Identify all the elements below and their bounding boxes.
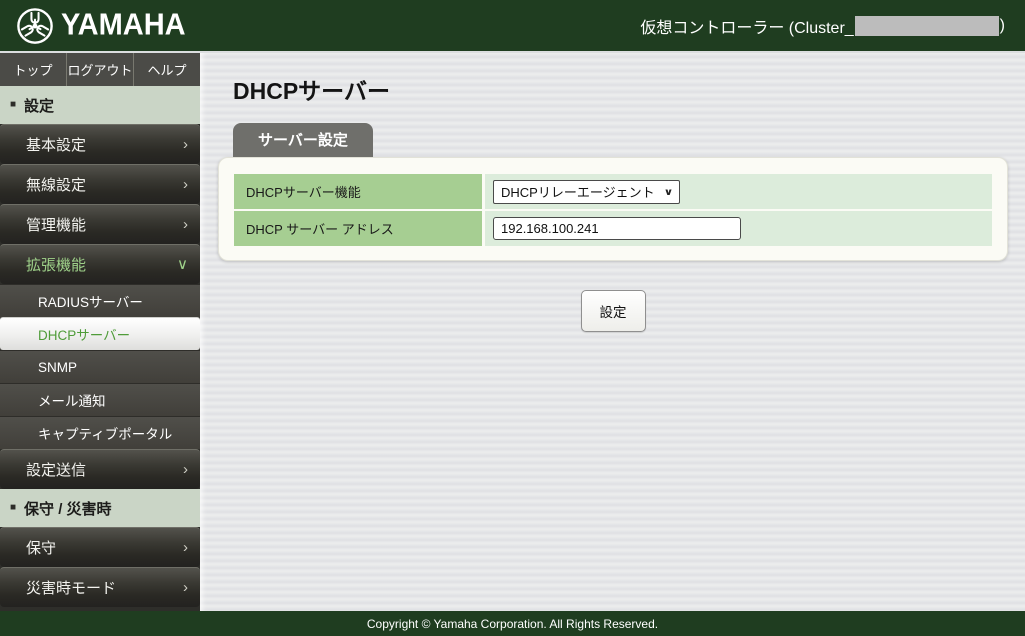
form-value-cell: DHCPリレーエージェント ∨ xyxy=(485,174,992,209)
sidebar-item-disaster-mode[interactable]: 災害時モード › xyxy=(0,567,200,607)
sidebar: トップ ログアウト ヘルプ ■ 設定 基本設定 › 無線設定 › 管理機能 › xyxy=(0,53,200,611)
topnav-logout-button[interactable]: ログアウト xyxy=(67,53,134,86)
sidebar-item-basic-settings[interactable]: 基本設定 › xyxy=(0,124,200,164)
form-row-dhcp-server-address: DHCP サーバー アドレス xyxy=(234,211,992,246)
sidebar-item-extended-functions[interactable]: 拡張機能 ∨ xyxy=(0,244,200,284)
section-label: 設定 xyxy=(24,95,54,116)
form-label: DHCP サーバー アドレス xyxy=(234,211,482,246)
controller-title-suffix: ) xyxy=(1000,17,1005,35)
brand-name: YAMAHA xyxy=(61,8,186,42)
dhcp-mode-select[interactable]: DHCPリレーエージェント ∨ xyxy=(493,180,680,204)
sidebar-item-wireless-settings[interactable]: 無線設定 › xyxy=(0,164,200,204)
tab-server-settings[interactable]: サーバー設定 xyxy=(233,123,373,157)
chevron-down-icon: ∨ xyxy=(177,257,188,272)
select-caret-icon: ∨ xyxy=(664,186,674,197)
chevron-right-icon: › xyxy=(183,540,188,555)
sidebar-item-label: 設定送信 xyxy=(26,459,86,480)
redacted-cluster-name xyxy=(855,16,999,36)
sidebar-item-label: 災害時モード xyxy=(26,577,116,598)
sidebar-item-maintenance[interactable]: 保守 › xyxy=(0,527,200,567)
top-header: YAMAHA 仮想コントローラー (Cluster_) xyxy=(0,0,1025,53)
controller-title-prefix: 仮想コントローラー (Cluster_ xyxy=(640,14,853,38)
chevron-right-icon: › xyxy=(183,177,188,192)
chevron-right-icon: › xyxy=(183,580,188,595)
sidebar-subitem-radius-server[interactable]: RADIUSサーバー xyxy=(0,284,200,317)
sidebar-section-maintenance: ■ 保守 / 災害時 xyxy=(0,489,200,527)
footer: Copyright © Yamaha Corporation. All Righ… xyxy=(0,611,1025,636)
section-label: 保守 / 災害時 xyxy=(24,498,112,519)
controller-title: 仮想コントローラー (Cluster_) xyxy=(640,14,1011,38)
dhcp-mode-selected-value: DHCPリレーエージェント xyxy=(501,182,655,201)
chevron-right-icon: › xyxy=(183,137,188,152)
brand: YAMAHA xyxy=(16,7,186,45)
form-row-dhcp-mode: DHCPサーバー機能 DHCPリレーエージェント ∨ xyxy=(234,174,992,209)
chevron-right-icon: › xyxy=(183,217,188,232)
topnav-help-button[interactable]: ヘルプ xyxy=(134,53,200,86)
sidebar-item-config-send[interactable]: 設定送信 › xyxy=(0,449,200,489)
dhcp-server-address-input[interactable] xyxy=(493,217,741,240)
sidebar-subitem-snmp[interactable]: SNMP xyxy=(0,350,200,383)
page-title: DHCPサーバー xyxy=(233,72,1025,106)
topnav-top-button[interactable]: トップ xyxy=(0,53,67,86)
server-settings-panel: DHCPサーバー機能 DHCPリレーエージェント ∨ DHCP サーバー アドレ… xyxy=(218,157,1008,261)
app-window: YAMAHA 仮想コントローラー (Cluster_) トップ ログアウト ヘル… xyxy=(0,0,1025,636)
sidebar-subitem-mail-notification[interactable]: メール通知 xyxy=(0,383,200,416)
main-content: DHCPサーバー サーバー設定 DHCPサーバー機能 DHCPリレーエージェント… xyxy=(200,53,1025,611)
yamaha-tuning-forks-icon xyxy=(16,7,54,45)
apply-settings-button[interactable]: 設定 xyxy=(581,290,646,332)
form-value-cell xyxy=(485,211,992,246)
section-bullet-icon: ■ xyxy=(10,503,16,513)
sidebar-item-label: 無線設定 xyxy=(26,174,86,195)
section-bullet-icon: ■ xyxy=(10,100,16,110)
actions-row: 設定 xyxy=(218,290,1008,332)
extended-functions-submenu: RADIUSサーバー DHCPサーバー SNMP メール通知 キャプティブポータ… xyxy=(0,284,200,449)
form-label: DHCPサーバー機能 xyxy=(234,174,482,209)
sidebar-section-settings: ■ 設定 xyxy=(0,86,200,124)
topnav: トップ ログアウト ヘルプ xyxy=(0,53,200,86)
sidebar-item-management[interactable]: 管理機能 › xyxy=(0,204,200,244)
sidebar-subitem-dhcp-server[interactable]: DHCPサーバー xyxy=(0,317,200,350)
sidebar-item-label: 管理機能 xyxy=(26,214,86,235)
sidebar-item-label: 基本設定 xyxy=(26,134,86,155)
chevron-right-icon: › xyxy=(183,462,188,477)
sidebar-item-label: 保守 xyxy=(26,537,56,558)
sidebar-subitem-captive-portal[interactable]: キャプティブポータル xyxy=(0,416,200,449)
sidebar-item-label: 拡張機能 xyxy=(26,254,86,275)
copyright-text: Copyright © Yamaha Corporation. All Righ… xyxy=(367,617,658,631)
